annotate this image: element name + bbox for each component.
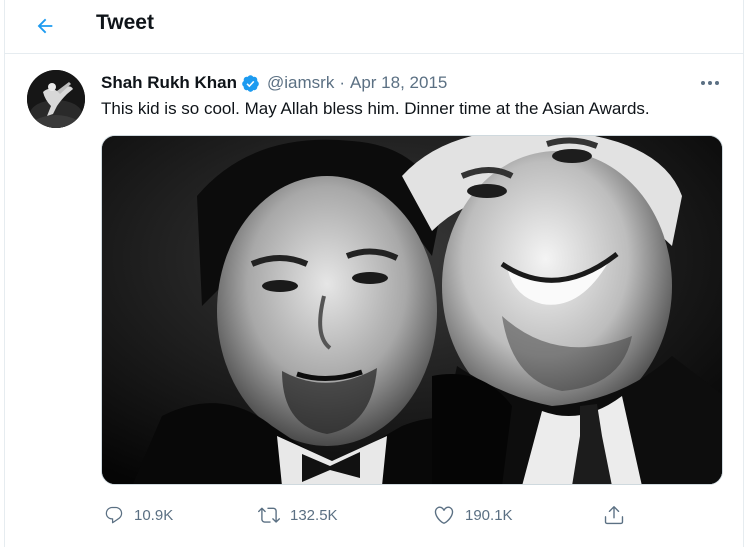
tweet-photo-image [102,136,722,484]
more-options-button[interactable] [697,72,723,94]
heart-icon [434,506,454,524]
like-count: 190.1K [465,506,513,524]
avatar[interactable] [27,70,85,128]
meta-separator: · [339,73,345,92]
tweet-date[interactable]: Apr 18, 2015 [350,73,447,93]
arrow-left-icon [37,18,53,34]
author-handle[interactable]: @iamsrk [267,73,334,93]
tweet-detail-page: Tweet Shah Rukh Khan @iamsrk · Apr 18, 2… [4,0,744,547]
share-button[interactable] [603,500,625,530]
reply-button[interactable]: 10.9K [104,500,173,530]
back-button[interactable] [29,10,61,42]
retweet-count: 132.5K [290,506,338,524]
more-horizontal-icon [701,81,719,85]
page-header: Tweet [5,0,743,54]
share-icon [604,506,624,525]
verified-badge-icon [242,74,259,92]
tweet-photo[interactable] [101,135,723,485]
page-title: Tweet [96,11,154,34]
tweet-meta: Shah Rukh Khan @iamsrk · Apr 18, 2015 [101,71,447,95]
author-name[interactable]: Shah Rukh Khan [101,73,237,93]
tweet-text: This kid is so cool. May Allah bless him… [101,99,650,118]
like-button[interactable]: 190.1K [433,500,513,530]
retweet-button[interactable]: 132.5K [258,500,338,530]
reply-icon [105,506,123,524]
reply-count: 10.9K [134,506,174,524]
tweet-actions: 10.9K 132.5K 190.1K [101,500,631,530]
retweet-icon [258,507,280,523]
